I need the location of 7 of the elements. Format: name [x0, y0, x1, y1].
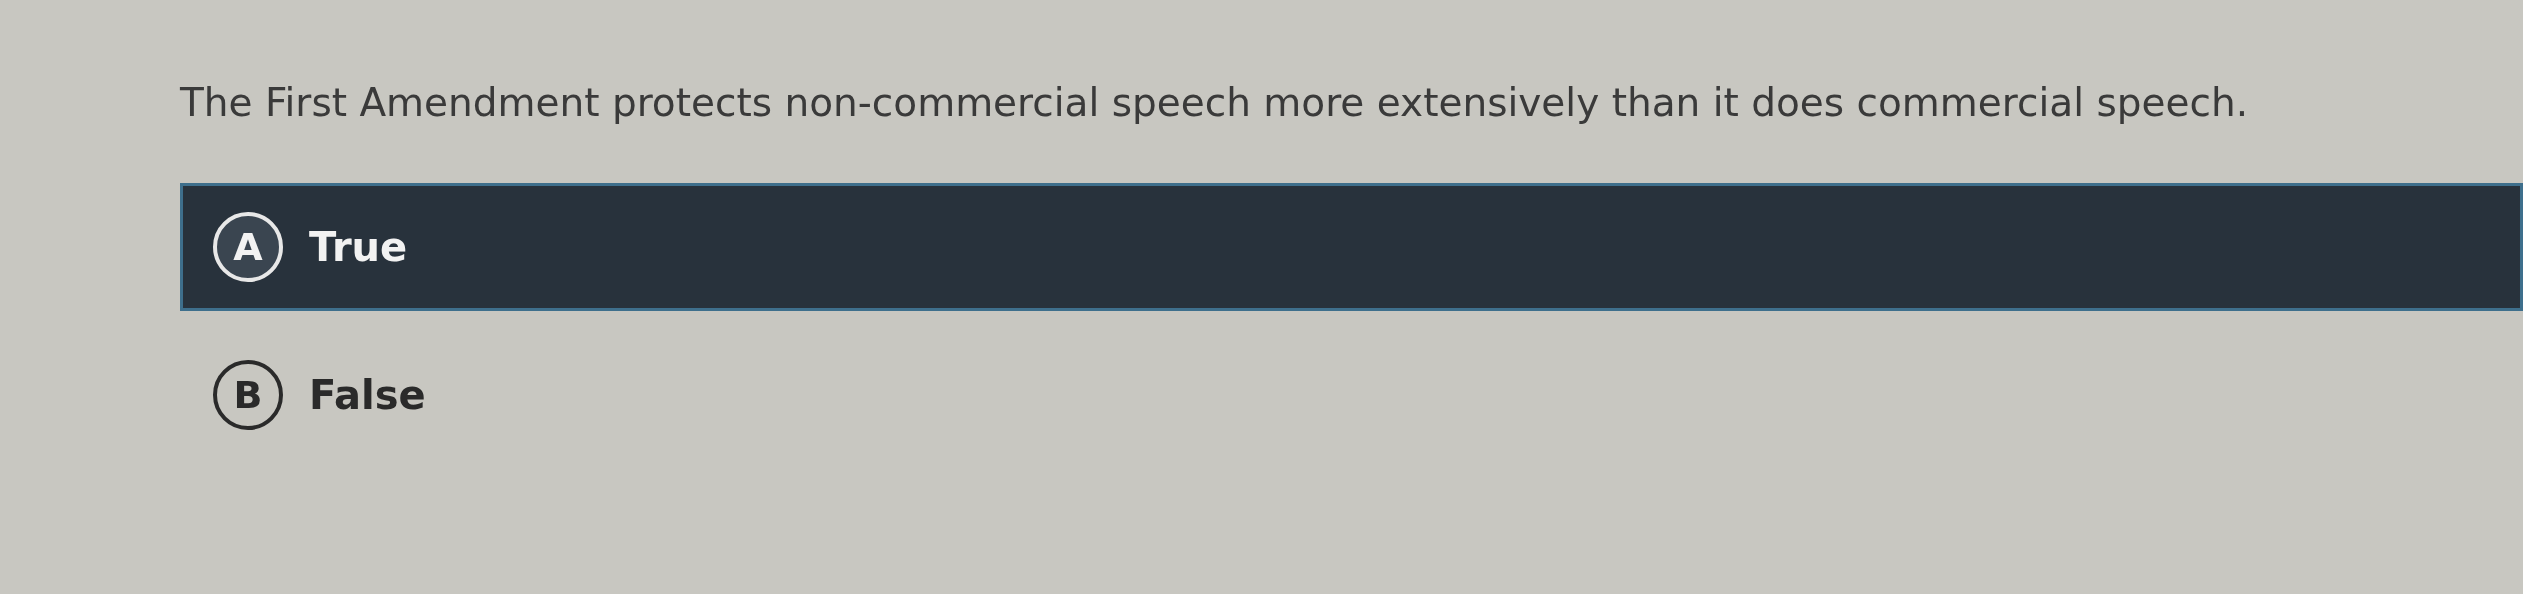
option-letter: A	[213, 212, 283, 282]
option-letter: B	[213, 360, 283, 430]
option-label: True	[309, 224, 408, 270]
answer-option[interactable]: B False	[180, 331, 2523, 459]
option-label: False	[309, 372, 426, 418]
answer-option[interactable]: A True	[180, 183, 2523, 311]
question-text: The First Amendment protects non-commercial speech more extensively than it does commercial speech.	[180, 80, 2250, 125]
